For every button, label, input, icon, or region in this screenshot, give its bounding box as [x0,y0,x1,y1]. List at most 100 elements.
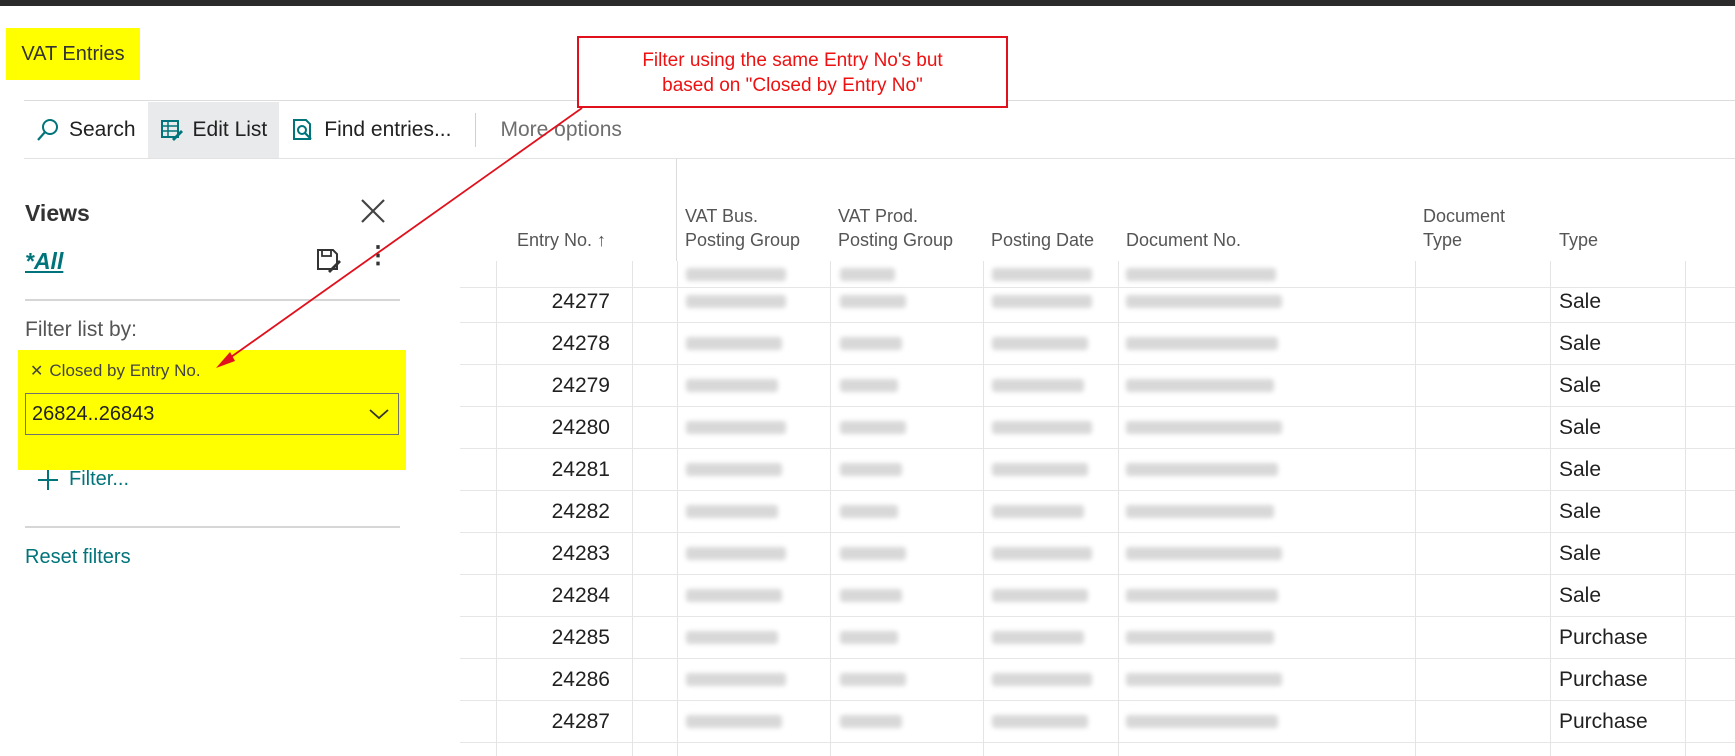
redacted-cell [992,421,1092,434]
type-cell: Purchase [1559,668,1648,691]
redacted-cell [840,715,902,728]
grid-header: Entry No. ↑ VAT Bus. Posting Group VAT P… [0,196,1735,252]
table-row[interactable]: 24280 Sale [460,407,1735,449]
data-grid: 24277 Sale 24278 Sale 24279 Sale 24280 Sale 2428… [460,261,1735,756]
column-divider [1685,261,1686,756]
add-filter-button[interactable]: Filter... [37,468,129,491]
redacted-cell [840,673,906,686]
redacted-cell [992,673,1092,686]
table-row[interactable]: 24285 Purchase [460,617,1735,659]
view-all-link[interactable]: *All [25,248,63,275]
table-row[interactable]: 24277 Sale [460,281,1735,323]
column-header-vat-bus-posting-group[interactable]: VAT Bus. Posting Group [685,204,800,252]
redacted-cell [1126,505,1274,518]
top-bar [0,0,1735,6]
search-label: Search [69,118,136,141]
table-row[interactable]: 24282 Sale [460,491,1735,533]
redacted-cell [686,505,778,518]
annotation-line: based on "Closed by Entry No" [662,75,923,96]
column-header-type[interactable]: Type [1559,228,1598,252]
redacted-cell [686,589,782,602]
redacted-cell [686,673,786,686]
redacted-cell [840,421,906,434]
column-divider [496,261,497,756]
redacted-cell [686,295,786,308]
column-header-line: Posting Group [838,230,954,250]
type-cell: Sale [1559,458,1602,481]
redacted-cell [1126,463,1278,476]
entry-no-cell[interactable]: 24281 [496,449,610,490]
redacted-cell [1126,295,1282,308]
redacted-cell [1126,547,1282,560]
redacted-cell [686,379,778,392]
entry-no-cell[interactable]: 24283 [496,533,610,574]
action-separator [475,113,477,147]
column-divider [1118,261,1119,756]
redacted-cell [1126,421,1282,434]
entry-no-cell[interactable]: 24282 [496,491,610,532]
redacted-cell [992,547,1092,560]
redacted-cell [686,463,782,476]
entry-no-cell[interactable]: 24285 [496,617,610,658]
filter-value: 26824..26843 [32,402,155,425]
type-cell: Sale [1559,542,1602,565]
redacted-cell [1126,337,1278,350]
column-header-line: Type [1423,230,1463,250]
redacted-cell [686,421,786,434]
entry-no-cell[interactable]: 24278 [496,323,610,364]
filter-field-label: Closed by Entry No. [49,361,201,380]
table-row[interactable]: 24279 Sale [460,365,1735,407]
table-row[interactable]: 24287 Purchase [460,701,1735,743]
redacted-cell [840,463,902,476]
entry-no-cell[interactable]: 24279 [496,365,610,406]
table-row[interactable]: 24278 Sale [460,323,1735,365]
remove-filter-icon[interactable]: ✕ [30,361,43,381]
edit-list-button[interactable]: Edit List [147,102,280,158]
column-divider [1550,261,1551,756]
reset-filters-link[interactable]: Reset filters [25,546,131,569]
search-button[interactable]: Search [24,102,148,158]
column-divider [677,261,678,756]
type-cell: Purchase [1559,710,1648,733]
redacted-cell [992,589,1088,602]
column-header-vat-prod-posting-group[interactable]: VAT Prod. Posting Group [838,204,953,252]
table-row[interactable]: 24284 Sale [460,575,1735,617]
redacted-cell [840,379,898,392]
column-header-line: Document [1423,206,1506,226]
action-bar: Search Edit List Find entries... More op… [24,102,634,158]
divider [24,158,1735,159]
type-cell: Sale [1559,500,1602,523]
redacted-cell [992,715,1088,728]
column-header-document-no[interactable]: Document No. [1126,228,1241,252]
column-header-entry-no[interactable]: Entry No. ↑ [517,228,606,252]
filter-value-field[interactable]: 26824..26843 [25,393,399,435]
entry-no-cell[interactable]: 24286 [496,659,610,700]
find-entries-button[interactable]: Find entries... [279,102,463,158]
type-cell: Sale [1559,374,1602,397]
column-divider [1415,261,1416,756]
entry-no-cell[interactable]: 24284 [496,575,610,616]
table-row[interactable]: 24283 Sale [460,533,1735,575]
edit-list-icon [160,120,183,141]
more-options-button[interactable]: More options [488,118,633,142]
redacted-cell [1126,673,1282,686]
column-divider [983,261,984,756]
column-header-document-type[interactable]: Document Type [1423,204,1505,252]
redacted-cell [686,631,778,644]
type-cell: Sale [1559,332,1602,355]
entry-no-cell[interactable]: 24287 [496,701,610,742]
redacted-cell [840,631,898,644]
table-row[interactable]: 24286 Purchase [460,659,1735,701]
column-header-posting-date[interactable]: Posting Date [991,228,1094,252]
column-header-line: VAT Bus. [685,206,759,226]
edit-list-label: Edit List [192,118,268,141]
redacted-cell [840,589,902,602]
redacted-cell [840,547,906,560]
entry-no-cell[interactable]: 24280 [496,407,610,448]
column-header-line: Posting Group [685,230,801,250]
redacted-cell [686,715,782,728]
chevron-down-icon[interactable] [368,407,390,421]
entry-no-cell[interactable]: 24277 [496,281,610,322]
find-entries-label: Find entries... [324,118,452,141]
table-row[interactable]: 24281 Sale [460,449,1735,491]
